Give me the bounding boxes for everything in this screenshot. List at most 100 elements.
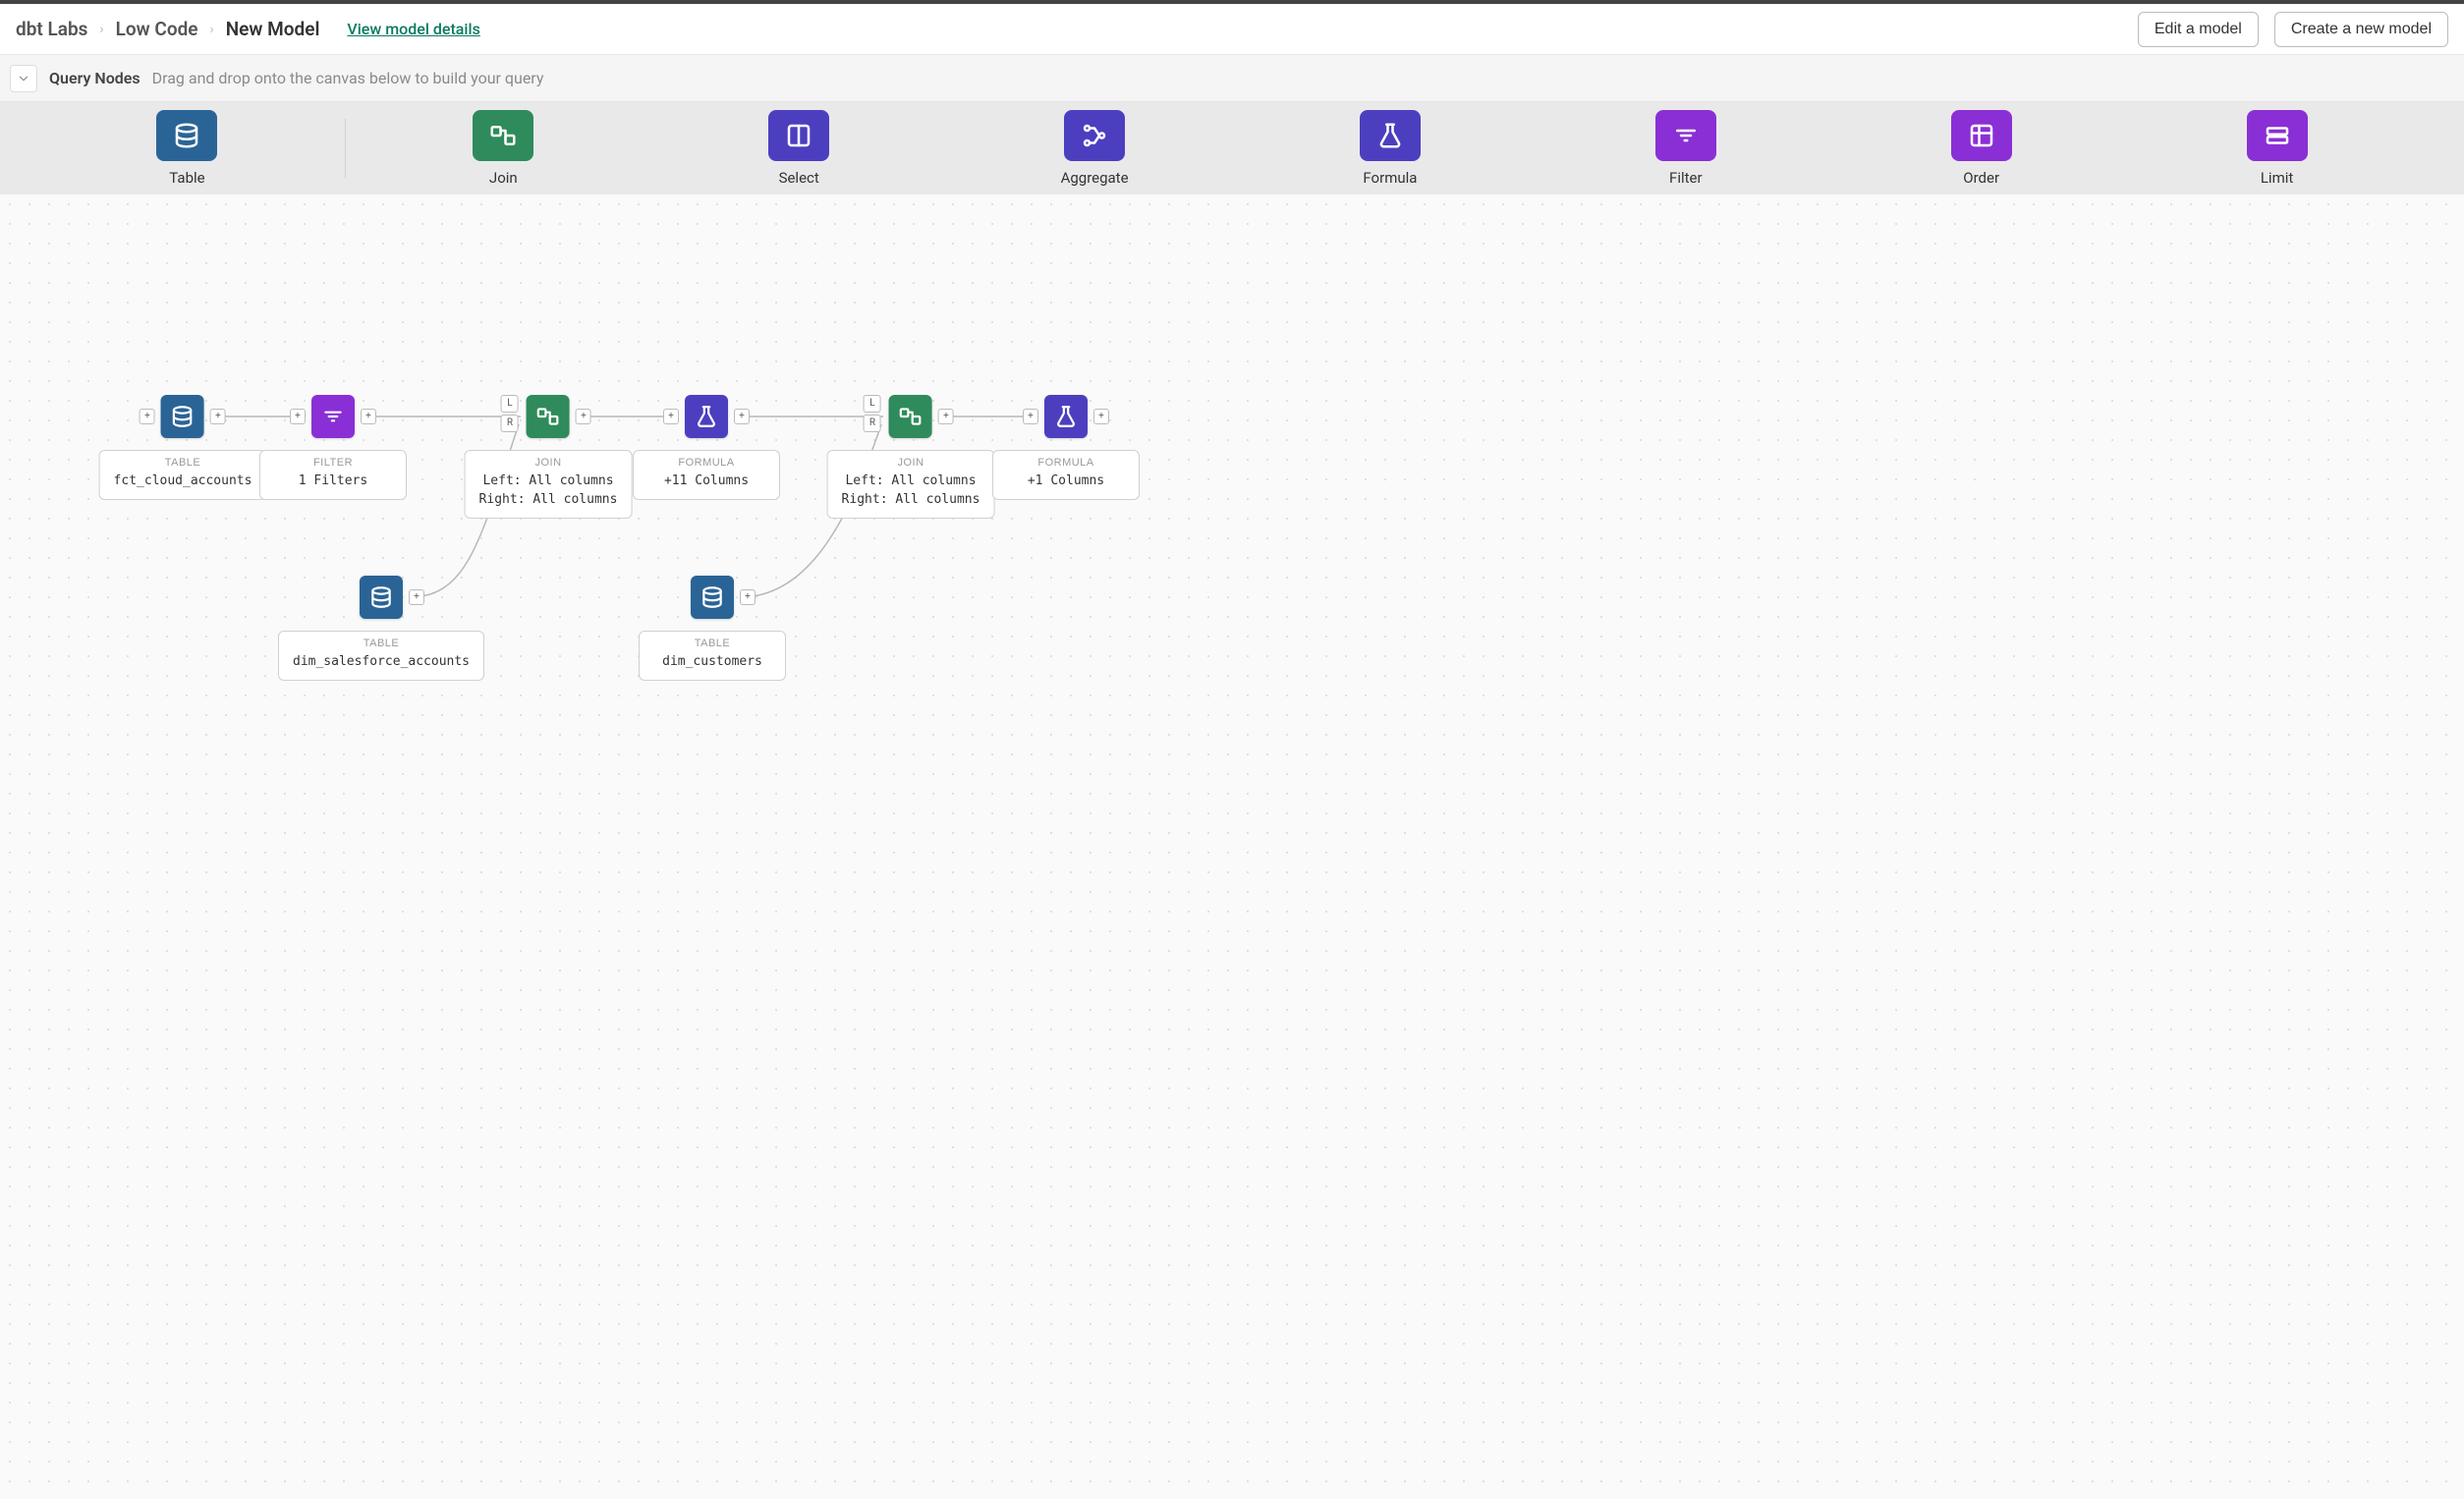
port-out[interactable]: + bbox=[210, 409, 226, 424]
port-out[interactable]: + bbox=[938, 409, 954, 424]
palette-item-formula[interactable]: Formula bbox=[1243, 110, 1539, 187]
order-icon[interactable] bbox=[1951, 110, 2012, 161]
palette-item-table[interactable]: Table bbox=[39, 110, 335, 187]
filter-icon[interactable] bbox=[311, 395, 355, 438]
palette-label: Table bbox=[169, 169, 204, 187]
palette-item-limit[interactable]: Limit bbox=[2129, 110, 2425, 187]
node-card[interactable]: TABLE dim_salesforce_accounts bbox=[278, 631, 484, 681]
filter-icon[interactable] bbox=[1655, 110, 1716, 161]
edit-model-button[interactable]: Edit a model bbox=[2138, 12, 2259, 47]
canvas-node-filter[interactable]: + + FILTER 1 Filters bbox=[259, 395, 407, 500]
database-icon[interactable] bbox=[360, 576, 403, 619]
palette-label: Formula bbox=[1363, 169, 1417, 187]
join-ports: L R bbox=[864, 395, 881, 432]
limit-icon[interactable] bbox=[2247, 110, 2308, 161]
query-nodes-subtitle: Drag and drop onto the canvas below to b… bbox=[152, 69, 544, 87]
chevron-right-icon: › bbox=[210, 22, 214, 37]
port-in[interactable]: + bbox=[1023, 409, 1038, 424]
node-content: fct_cloud_accounts bbox=[114, 472, 252, 491]
palette-label: Join bbox=[489, 169, 518, 187]
port-out[interactable]: + bbox=[1093, 409, 1109, 424]
node-content: +1 Columns bbox=[1007, 472, 1125, 491]
port-l[interactable]: L bbox=[864, 395, 881, 413]
canvas-node-table[interactable]: + TABLE dim_customers bbox=[639, 576, 786, 681]
node-type-label: JOIN bbox=[479, 457, 618, 469]
node-card[interactable]: FORMULA +1 Columns bbox=[992, 450, 1140, 500]
node-card[interactable]: JOIN Left: All columnsRight: All columns bbox=[465, 450, 633, 519]
chevron-right-icon: › bbox=[99, 22, 103, 37]
node-type-label: FORMULA bbox=[647, 457, 765, 469]
breadcrumb-org[interactable]: dbt Labs bbox=[16, 18, 87, 40]
flask-icon[interactable] bbox=[1044, 395, 1088, 438]
query-nodes-header: Query Nodes Drag and drop onto the canva… bbox=[0, 55, 2464, 102]
view-model-details-link[interactable]: View model details bbox=[347, 20, 479, 38]
node-palette: Table Join Select Aggregate Formula Filt… bbox=[0, 102, 2464, 194]
join-icon[interactable] bbox=[473, 110, 533, 161]
flask-icon[interactable] bbox=[685, 395, 728, 438]
port-in[interactable]: + bbox=[140, 409, 155, 424]
port-r[interactable]: R bbox=[864, 415, 881, 432]
port-out[interactable]: + bbox=[361, 409, 376, 424]
port-in[interactable]: + bbox=[663, 409, 679, 424]
node-type-label: FORMULA bbox=[1007, 457, 1125, 469]
canvas-node-table[interactable]: + + TABLE fct_cloud_accounts bbox=[99, 395, 267, 500]
node-card[interactable]: JOIN Left: All columnsRight: All columns bbox=[827, 450, 995, 519]
join-icon[interactable] bbox=[889, 395, 932, 438]
palette-item-order[interactable]: Order bbox=[1833, 110, 2129, 187]
canvas-node-formula[interactable]: + + FORMULA +11 Columns bbox=[633, 395, 780, 500]
port-out[interactable]: + bbox=[409, 589, 424, 605]
node-type-label: JOIN bbox=[842, 457, 980, 469]
port-out[interactable]: + bbox=[740, 589, 756, 605]
node-content: dim_customers bbox=[653, 653, 771, 672]
canvas-node-table[interactable]: + TABLE dim_salesforce_accounts bbox=[278, 576, 484, 681]
node-card[interactable]: TABLE fct_cloud_accounts bbox=[99, 450, 267, 500]
breadcrumb-section[interactable]: Low Code bbox=[116, 18, 198, 40]
node-card[interactable]: FILTER 1 Filters bbox=[259, 450, 407, 500]
node-content: Left: All columnsRight: All columns bbox=[479, 472, 618, 510]
node-card[interactable]: FORMULA +11 Columns bbox=[633, 450, 780, 500]
canvas-node-join[interactable]: L R + JOIN Left: All columnsRight: All co… bbox=[465, 395, 633, 519]
palette-label: Filter bbox=[1669, 169, 1703, 187]
database-icon[interactable] bbox=[691, 576, 734, 619]
palette-label: Order bbox=[1963, 169, 1999, 187]
port-r[interactable]: R bbox=[501, 415, 519, 432]
palette-label: Limit bbox=[2261, 169, 2293, 187]
palette-item-select[interactable]: Select bbox=[651, 110, 947, 187]
join-icon[interactable] bbox=[527, 395, 570, 438]
port-out[interactable]: + bbox=[576, 409, 591, 424]
palette-item-join[interactable]: Join bbox=[356, 110, 651, 187]
node-type-label: TABLE bbox=[293, 638, 470, 649]
top-bar: dbt Labs › Low Code › New Model View mod… bbox=[0, 0, 2464, 55]
database-icon[interactable] bbox=[161, 395, 204, 438]
palette-item-aggregate[interactable]: Aggregate bbox=[947, 110, 1243, 187]
port-in[interactable]: + bbox=[290, 409, 306, 424]
node-content: dim_salesforce_accounts bbox=[293, 653, 470, 672]
node-content: +11 Columns bbox=[647, 472, 765, 491]
breadcrumb: dbt Labs › Low Code › New Model bbox=[16, 18, 319, 40]
database-icon[interactable] bbox=[156, 110, 217, 161]
create-model-button[interactable]: Create a new model bbox=[2274, 12, 2448, 47]
breadcrumb-current: New Model bbox=[226, 18, 320, 40]
canvas-node-join[interactable]: L R + JOIN Left: All columnsRight: All co… bbox=[827, 395, 995, 519]
node-type-label: FILTER bbox=[274, 457, 392, 469]
palette-separator bbox=[345, 119, 346, 178]
node-content: 1 Filters bbox=[274, 472, 392, 491]
query-nodes-title: Query Nodes bbox=[49, 69, 140, 87]
node-type-label: TABLE bbox=[114, 457, 252, 469]
canvas-node-formula[interactable]: + + FORMULA +1 Columns bbox=[992, 395, 1140, 500]
palette-item-filter[interactable]: Filter bbox=[1538, 110, 1833, 187]
canvas[interactable]: + + TABLE fct_cloud_accounts + + FILTER 1 … bbox=[0, 194, 2464, 1499]
node-card[interactable]: TABLE dim_customers bbox=[639, 631, 786, 681]
port-l[interactable]: L bbox=[501, 395, 519, 413]
palette-label: Select bbox=[779, 169, 819, 187]
flask-icon[interactable] bbox=[1360, 110, 1421, 161]
columns-icon[interactable] bbox=[768, 110, 829, 161]
chevron-down-icon bbox=[17, 72, 30, 85]
aggregate-icon[interactable] bbox=[1064, 110, 1125, 161]
node-type-label: TABLE bbox=[653, 638, 771, 649]
node-content: Left: All columnsRight: All columns bbox=[842, 472, 980, 510]
collapse-toggle[interactable] bbox=[10, 65, 37, 92]
join-ports: L R bbox=[501, 395, 519, 432]
port-out[interactable]: + bbox=[734, 409, 750, 424]
edge-layer bbox=[0, 194, 2464, 1499]
